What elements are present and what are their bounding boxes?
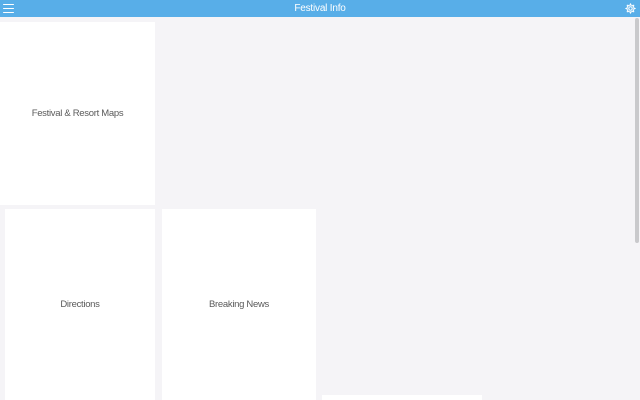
app-window: Festival Info Festival & Resort Maps Dir… [0,0,640,400]
tile-festival-resort-maps[interactable]: Festival & Resort Maps [0,22,155,205]
tile-label: Directions [60,299,100,310]
page-title: Festival Info [294,3,346,14]
top-bar: Festival Info [0,0,640,17]
tile-label: Festival & Resort Maps [31,108,124,119]
tile-breaking-news[interactable]: Breaking News [162,209,316,400]
tile-directions[interactable]: Directions [5,209,155,400]
tile-label: Breaking News [209,299,269,310]
tile-grid: Festival & Resort Maps Directions Breaki… [0,17,640,400]
tile-partial [322,395,482,400]
settings-button[interactable] [624,2,637,15]
vertical-scrollbar[interactable] [635,18,639,243]
gear-icon [625,3,636,14]
